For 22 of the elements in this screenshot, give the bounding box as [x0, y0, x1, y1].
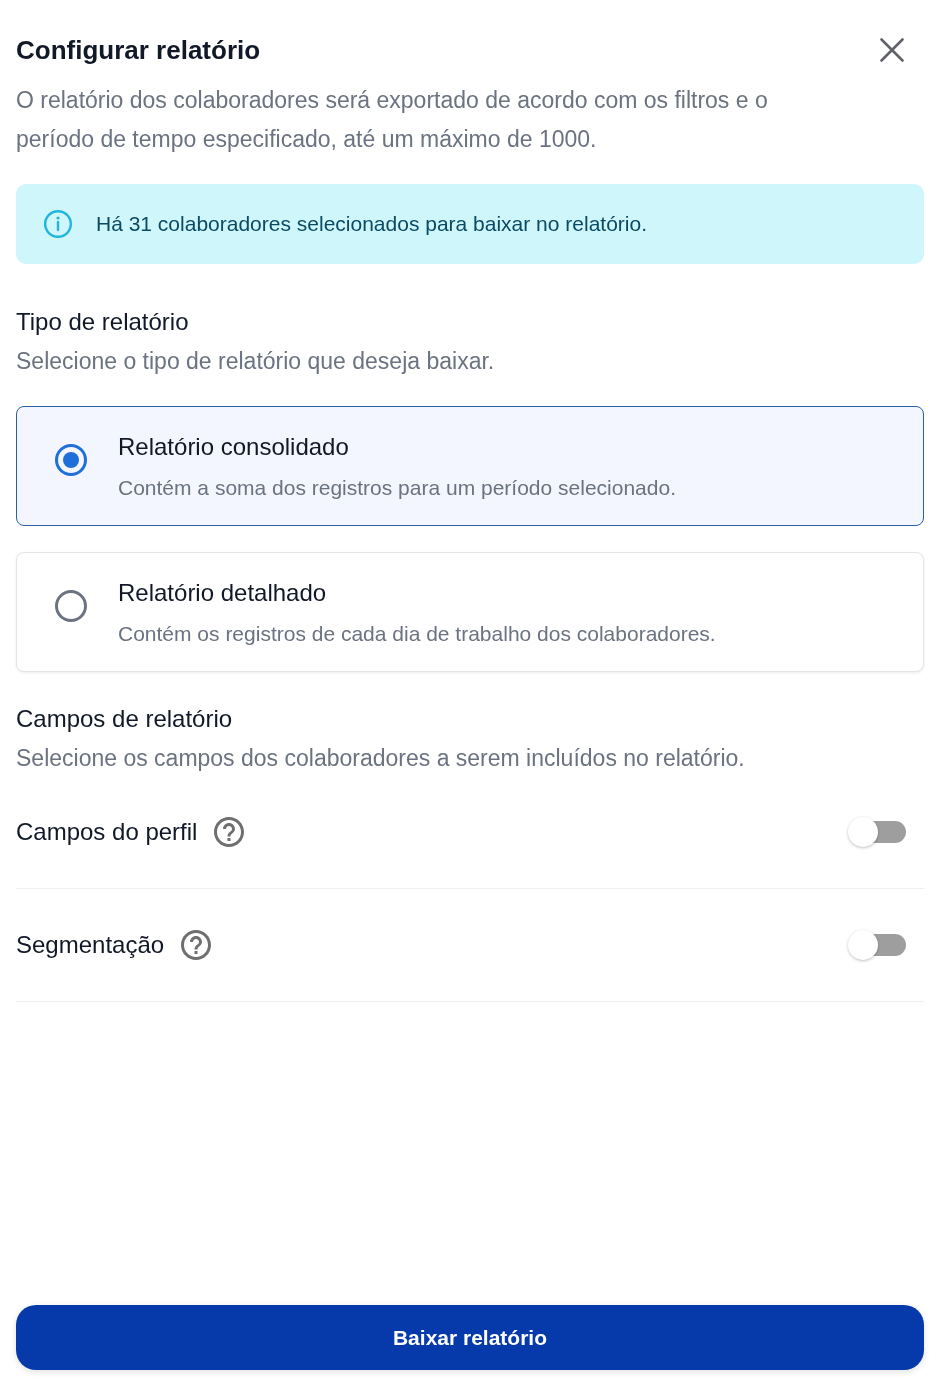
- section-title: Tipo de relatório: [16, 307, 190, 337]
- download-report-button[interactable]: Baixar relatório: [16, 1305, 924, 1370]
- option-description: Contém a soma dos registros para um período selecionado.: [118, 475, 676, 501]
- section-subtitle: Selecione os campos dos colaboradores a serem incluídos no relatório.: [16, 744, 746, 773]
- info-text: Há 31 colaboradores selecionados para baixar no relatório.: [96, 212, 647, 236]
- info-icon: [44, 210, 72, 238]
- radio-selected-icon[interactable]: [55, 444, 87, 476]
- radio-unselected-icon[interactable]: [55, 590, 87, 622]
- close-icon[interactable]: [880, 38, 904, 62]
- toggle-label: Campos do perfil: [16, 818, 198, 846]
- dialog-description: O relatório dos colaboradores será exportado de acordo com os filtros e o período de tempo especificado, até um máximo de 1000.: [16, 86, 769, 154]
- toggle-label: Segmentação: [16, 931, 165, 959]
- toggle-switch[interactable]: [848, 815, 906, 849]
- toggle-switch[interactable]: [848, 928, 906, 962]
- option-title: Relatório consolidado: [118, 432, 350, 462]
- section-subtitle: Selecione o tipo de relatório que deseja baixar.: [16, 347, 496, 376]
- report-option-card[interactable]: Relatório consolidado Contém a soma dos registros para um período selecionado.: [16, 406, 924, 526]
- report-option-card[interactable]: Relatório detalhado Contém os registros de cada dia de trabalho dos colaboradores.: [16, 552, 924, 672]
- option-title: Relatório detalhado: [118, 578, 328, 608]
- dialog-title: Configurar relatório: [16, 34, 261, 67]
- option-description: Contém os registros de cada dia de trabalho dos colaboradores.: [118, 621, 716, 647]
- section-title: Campos de relatório: [16, 704, 234, 734]
